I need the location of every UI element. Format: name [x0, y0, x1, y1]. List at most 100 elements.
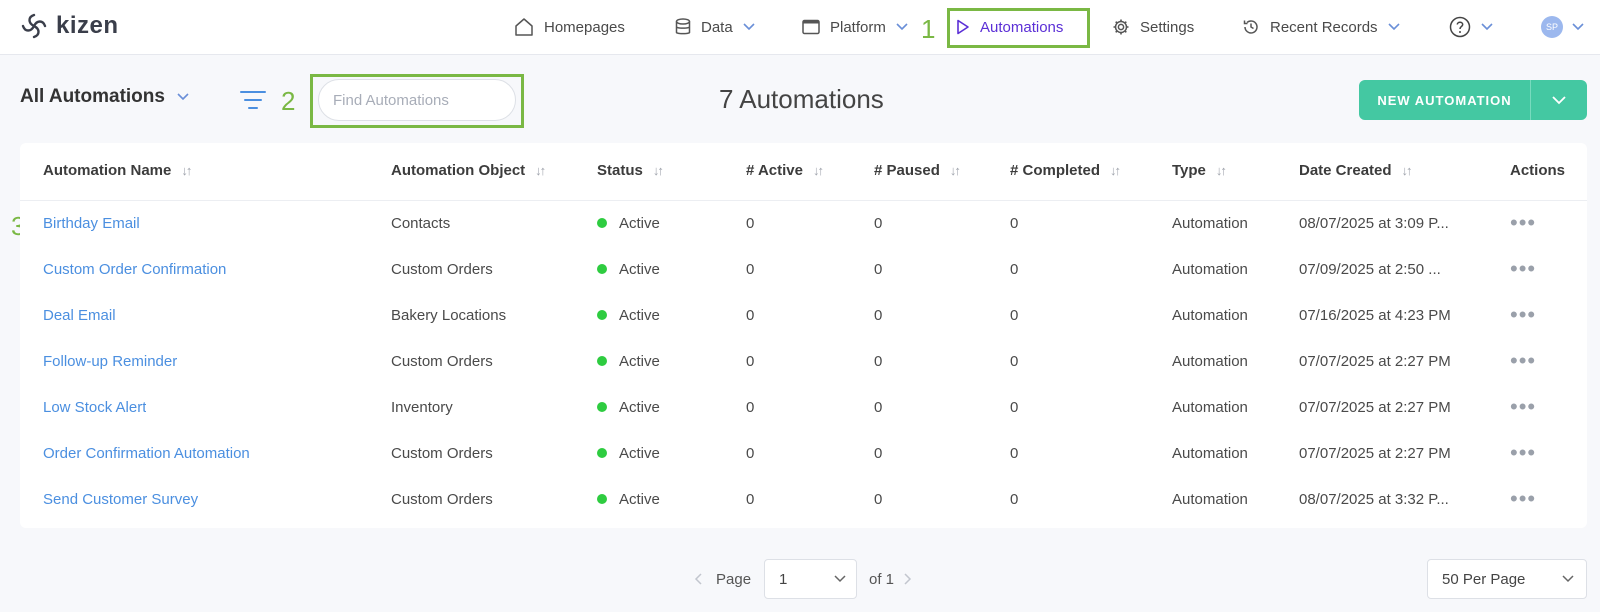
more-actions-icon[interactable]: •••: [1510, 486, 1536, 512]
kizen-logo[interactable]: kizen: [20, 12, 119, 40]
new-automation-button[interactable]: NEW AUTOMATION: [1359, 80, 1531, 120]
col-date-created-cell: 07/07/2025 at 2:27 PM: [1299, 352, 1451, 370]
per-page-value: 50 Per Page: [1442, 570, 1526, 588]
col-active-header[interactable]: # Active ↓↑: [746, 162, 824, 179]
sort-icon[interactable]: ↓↑: [1216, 163, 1227, 178]
chevron-down-icon: [834, 575, 846, 583]
col-type-label: Type: [1172, 162, 1206, 179]
more-actions-icon[interactable]: •••: [1510, 440, 1536, 466]
sort-icon[interactable]: ↓↑: [1402, 163, 1413, 178]
nav-recent-records-label: Recent Records: [1270, 18, 1378, 36]
col-paused-cell: 0: [874, 214, 883, 232]
col-automation-name-cell[interactable]: Follow-up Reminder: [43, 338, 177, 384]
col-completed-cell: 0: [1010, 306, 1019, 324]
help-menu[interactable]: [1449, 0, 1493, 54]
col-status-label: Status: [597, 162, 643, 179]
help-icon: [1449, 16, 1471, 38]
col-automation-name-cell[interactable]: Birthday Email: [43, 200, 140, 246]
search-input[interactable]: [333, 91, 532, 109]
nav-data-label: Data: [701, 18, 733, 36]
col-automation-object-cell: Custom Orders: [391, 260, 493, 278]
col-actions-cell[interactable]: •••: [1510, 200, 1536, 246]
history-icon: [1243, 20, 1258, 34]
col-completed-label: # Completed: [1010, 162, 1101, 179]
more-actions-icon[interactable]: •••: [1510, 302, 1536, 328]
col-type-cell: Automation: [1172, 352, 1248, 370]
next-page-button[interactable]: [904, 559, 912, 599]
more-actions-icon[interactable]: •••: [1510, 210, 1536, 236]
col-type-cell: Automation: [1172, 398, 1248, 416]
col-paused-cell: 0: [874, 490, 883, 508]
status-dot-icon: [597, 356, 607, 366]
search-box[interactable]: [318, 79, 532, 121]
col-automation-object-cell: Inventory: [391, 398, 453, 416]
col-completed-header[interactable]: # Completed ↓↑: [1010, 162, 1121, 179]
status-text: Active: [619, 352, 660, 370]
col-automation-object-cell: Bakery Locations: [391, 306, 507, 324]
sort-icon[interactable]: ↓↑: [181, 163, 192, 178]
col-date-created-label: Date Created: [1299, 162, 1392, 179]
col-automation-object-header[interactable]: Automation Object ↓↑: [391, 162, 546, 179]
chevron-down-icon[interactable]: [1572, 23, 1584, 31]
col-date-created-header[interactable]: Date Created ↓↑: [1299, 162, 1413, 179]
col-paused-header[interactable]: # Paused ↓↑: [874, 162, 961, 179]
nav-data[interactable]: Data: [675, 0, 755, 54]
col-actions-cell[interactable]: •••: [1510, 338, 1536, 384]
status-dot-icon: [597, 218, 607, 228]
col-date-created-cell: 07/09/2025 at 2:50 ...: [1299, 260, 1441, 278]
col-actions-cell[interactable]: •••: [1510, 476, 1536, 522]
sort-icon[interactable]: ↓↑: [653, 163, 664, 178]
more-actions-icon[interactable]: •••: [1510, 348, 1536, 374]
col-automation-name-cell[interactable]: Order Confirmation Automation: [43, 430, 250, 476]
prev-page-button[interactable]: [694, 559, 702, 599]
filter-icon[interactable]: [240, 89, 266, 111]
col-paused-cell: 0: [874, 260, 883, 278]
col-active-cell: 0: [746, 260, 755, 278]
col-automation-name-cell[interactable]: Low Stock Alert: [43, 384, 146, 430]
nav-homepages[interactable]: Homepages: [514, 0, 625, 54]
more-actions-icon[interactable]: •••: [1510, 394, 1536, 420]
status-dot-icon: [597, 264, 607, 274]
page-select[interactable]: 1: [764, 559, 857, 599]
table-row: Follow-up Reminder Custom Orders Active 0 0 0…: [20, 338, 1587, 384]
sort-icon[interactable]: ↓↑: [813, 163, 824, 178]
col-type-header[interactable]: Type ↓↑: [1172, 162, 1227, 179]
col-status-cell: Active: [597, 384, 660, 430]
new-automation-dropdown[interactable]: [1531, 80, 1587, 120]
col-automation-name-cell[interactable]: Custom Order Confirmation: [43, 246, 226, 292]
col-date-created-cell: 07/07/2025 at 2:27 PM: [1299, 444, 1451, 462]
sort-icon[interactable]: ↓↑: [1110, 163, 1121, 178]
col-automation-name-cell[interactable]: Deal Email: [43, 292, 116, 338]
per-page-select[interactable]: 50 Per Page: [1427, 559, 1587, 599]
user-avatar[interactable]: SP: [1541, 16, 1563, 38]
nav-recent-records[interactable]: Recent Records: [1242, 0, 1400, 54]
col-automation-name-cell[interactable]: Send Customer Survey: [43, 476, 198, 522]
col-automation-name-header[interactable]: Automation Name ↓↑: [43, 162, 192, 179]
col-status-header[interactable]: Status ↓↑: [597, 162, 664, 179]
col-actions-cell[interactable]: •••: [1510, 430, 1536, 476]
status-dot-icon: [597, 402, 607, 412]
status-text: Active: [619, 398, 660, 416]
col-actions-cell[interactable]: •••: [1510, 384, 1536, 430]
col-status-cell: Active: [597, 476, 660, 522]
col-completed-cell: 0: [1010, 398, 1019, 416]
table-row: Birthday Email Contacts Active 0 0 0 Automatio…: [20, 200, 1587, 246]
nav-settings[interactable]: Settings: [1112, 0, 1194, 54]
col-status-cell: Active: [597, 430, 660, 476]
nav-platform-label: Platform: [830, 18, 886, 36]
sort-icon[interactable]: ↓↑: [950, 163, 961, 178]
status-text: Active: [619, 214, 660, 232]
more-actions-icon[interactable]: •••: [1510, 256, 1536, 282]
col-type-cell: Automation: [1172, 490, 1248, 508]
col-actions-cell[interactable]: •••: [1510, 292, 1536, 338]
col-actions-cell[interactable]: •••: [1510, 246, 1536, 292]
view-selector[interactable]: All Automations: [20, 86, 189, 108]
chevron-down-icon: [1481, 23, 1493, 31]
chevron-right-icon: [904, 573, 912, 585]
nav-platform[interactable]: Platform: [802, 0, 908, 54]
brand-name: kizen: [56, 12, 119, 39]
col-active-cell: 0: [746, 490, 755, 508]
sort-icon[interactable]: ↓↑: [535, 163, 546, 178]
table-row: Custom Order Confirmation Custom Orders Ac…: [20, 246, 1587, 292]
col-completed-cell: 0: [1010, 444, 1019, 462]
